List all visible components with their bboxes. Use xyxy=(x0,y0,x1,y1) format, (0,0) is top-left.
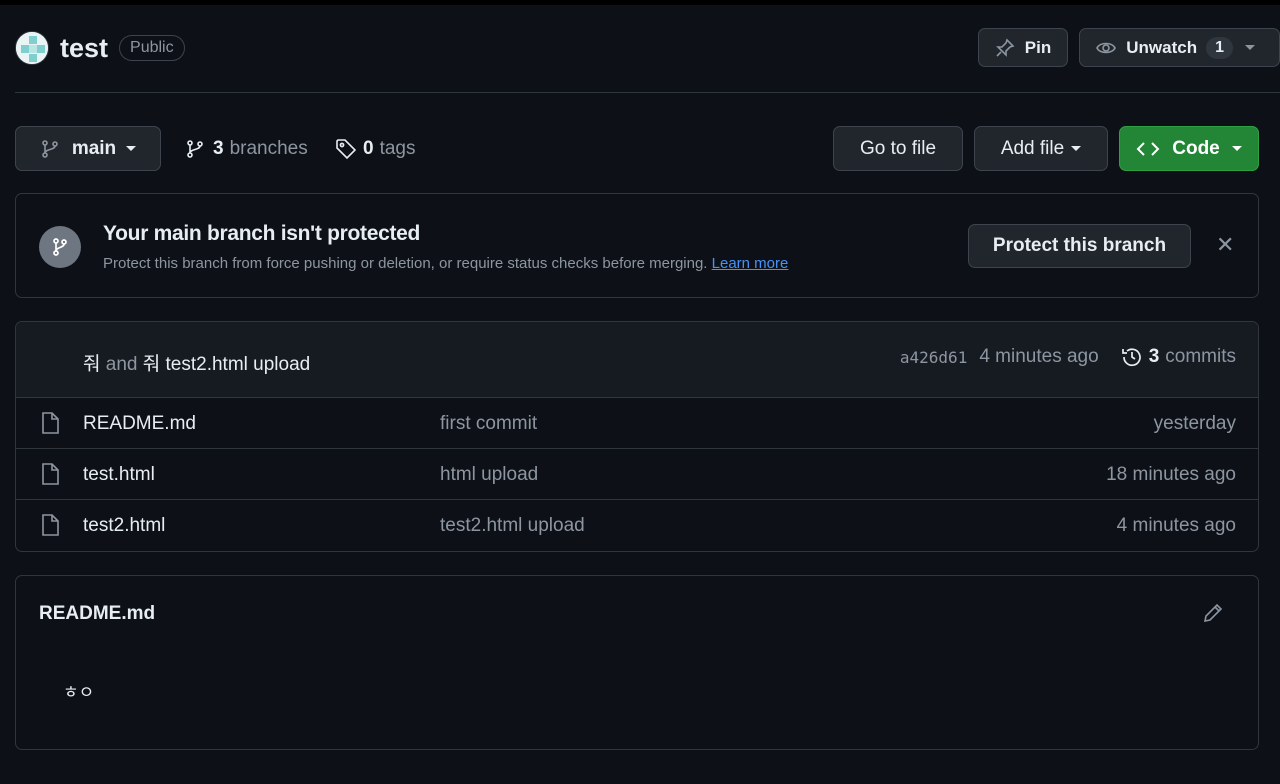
file-name[interactable]: test2.html xyxy=(83,515,165,537)
pin-button[interactable]: Pin xyxy=(977,28,1069,67)
watch-count: 1 xyxy=(1206,36,1233,59)
readme-title[interactable]: README.md xyxy=(39,603,155,625)
commit-coauthor[interactable]: 줘 xyxy=(143,354,160,375)
file-icon xyxy=(42,463,59,485)
header-divider xyxy=(15,92,1280,93)
commit-title[interactable]: test2.html upload xyxy=(166,354,311,375)
branches-label: branches xyxy=(229,137,308,159)
commit-sha[interactable]: a426d61 xyxy=(900,348,967,367)
banner-title: Your main branch isn't protected xyxy=(103,222,421,245)
chevron-down-icon xyxy=(126,146,137,151)
tags-label: tags xyxy=(379,137,416,159)
file-list: 줘 and 줘 test2.html upload a426d61 4 minu… xyxy=(15,321,1259,552)
tag-icon xyxy=(336,138,357,159)
repo-avatar[interactable] xyxy=(15,31,49,65)
code-button[interactable]: Code xyxy=(1119,126,1259,171)
code-label: Code xyxy=(1172,137,1220,159)
git-branch-icon xyxy=(42,139,58,158)
protect-branch-button[interactable]: Protect this branch xyxy=(968,224,1191,268)
go-to-file-button[interactable]: Go to file xyxy=(833,126,963,171)
file-row[interactable]: test2.html test2.html upload 4 minutes a… xyxy=(16,500,1258,551)
file-age: 4 minutes ago xyxy=(1116,515,1236,536)
latest-commit-row: 줘 and 줘 test2.html upload a426d61 4 minu… xyxy=(16,322,1258,398)
file-row[interactable]: test.html html upload 18 minutes ago xyxy=(16,449,1258,500)
file-commit-message[interactable]: test2.html upload xyxy=(440,515,585,537)
repo-header: test Public Pin Unwatch 1 xyxy=(15,28,1280,68)
commit-meta: a426d61 4 minutes ago 3 commits xyxy=(900,346,1236,368)
commit-author[interactable]: 줘 xyxy=(83,354,100,375)
banner-description: Protect this branch from force pushing o… xyxy=(103,255,788,272)
file-row[interactable]: README.md first commit yesterday xyxy=(16,398,1258,449)
commits-link[interactable]: 3 commits xyxy=(1121,346,1236,368)
git-branch-icon xyxy=(187,139,203,158)
go-to-file-label: Go to file xyxy=(859,137,937,159)
branches-link[interactable]: 3 branches xyxy=(185,126,308,171)
readme-content: ㅎㅇ xyxy=(63,683,95,702)
file-commit-message[interactable]: first commit xyxy=(440,413,537,435)
unwatch-button[interactable]: Unwatch 1 xyxy=(1079,28,1280,67)
chevron-down-icon xyxy=(1071,146,1082,151)
branch-name: main xyxy=(71,137,117,159)
commit-message: 줘 and 줘 test2.html upload xyxy=(83,349,310,376)
branch-protection-banner: Your main branch isn't protected Protect… xyxy=(15,193,1259,298)
tags-count: 0 xyxy=(363,137,374,159)
branch-selector[interactable]: main xyxy=(15,126,161,171)
pencil-icon[interactable] xyxy=(1202,602,1224,624)
repo-name[interactable]: test xyxy=(60,33,108,64)
file-commit-message[interactable]: html upload xyxy=(440,464,538,486)
close-icon[interactable]: ✕ xyxy=(1216,234,1234,256)
pin-icon xyxy=(995,38,1015,57)
history-icon xyxy=(1121,348,1141,367)
tags-link[interactable]: 0 tags xyxy=(335,126,416,171)
chevron-down-icon xyxy=(1231,146,1242,151)
file-icon xyxy=(42,412,59,434)
banner-description-text: Protect this branch from force pushing o… xyxy=(103,255,708,272)
file-icon xyxy=(42,514,59,536)
visibility-badge: Public xyxy=(119,35,185,61)
file-age: 18 minutes ago xyxy=(1106,464,1236,485)
commits-label: commits xyxy=(1165,346,1236,367)
top-border xyxy=(0,0,1280,5)
branches-count: 3 xyxy=(213,137,224,159)
file-name[interactable]: test.html xyxy=(83,464,155,486)
eye-icon xyxy=(1096,42,1117,53)
add-file-label: Add file xyxy=(1000,137,1065,159)
repo-actions: Pin Unwatch 1 xyxy=(977,28,1280,67)
code-icon xyxy=(1136,141,1160,156)
commit-and: and xyxy=(105,354,138,375)
readme-panel: README.md ㅎㅇ xyxy=(15,575,1259,750)
unwatch-label: Unwatch xyxy=(1126,37,1198,57)
file-age: yesterday xyxy=(1153,413,1236,434)
chevron-down-icon xyxy=(1245,45,1255,50)
commit-age: 4 minutes ago xyxy=(979,346,1099,367)
branch-toolbar: main 3 branches 0 tags Go to file Add fi… xyxy=(15,126,1259,171)
add-file-button[interactable]: Add file xyxy=(974,126,1108,171)
pin-label: Pin xyxy=(1024,37,1052,57)
file-name[interactable]: README.md xyxy=(83,413,196,435)
commits-count: 3 xyxy=(1148,346,1160,367)
learn-more-link[interactable]: Learn more xyxy=(712,255,789,272)
git-branch-icon xyxy=(39,226,81,268)
